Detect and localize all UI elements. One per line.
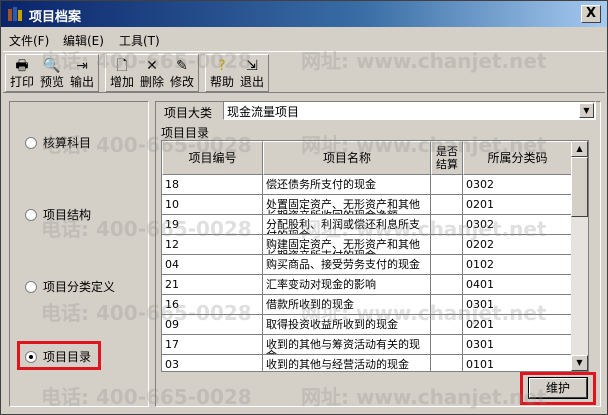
- exit-button[interactable]: ⇲ 退出: [236, 55, 268, 91]
- radio-indicator: [25, 209, 37, 221]
- header-name[interactable]: 项目名称: [263, 141, 431, 175]
- scroll-up-icon[interactable]: ▲: [571, 141, 588, 157]
- radio-indicator: [25, 281, 37, 293]
- edit-pencil-icon: ✎: [176, 58, 188, 74]
- radio-project-category-def[interactable]: 项目分类定义: [25, 278, 115, 295]
- table-row[interactable]: 04 购买商品、接受劳务支付的现金 0102: [162, 255, 572, 275]
- radio-indicator: [25, 137, 37, 149]
- exit-door-icon: ⇲: [246, 58, 258, 74]
- header-code[interactable]: 项目编号: [162, 141, 263, 175]
- annotation-highlight-catalog: [17, 341, 101, 370]
- new-document-icon: 🗋: [116, 58, 128, 74]
- toolbar-group-misc: ? 帮助 ⇲ 退出: [205, 54, 269, 92]
- project-archive-window: 项目档案 X 文件(F) 编辑(E) 工具(T) 🖶 打印 🔍 预览 ⇥ 输出 …: [0, 0, 608, 415]
- add-button[interactable]: 🗋 增加: [106, 55, 138, 91]
- scroll-down-icon[interactable]: ▼: [571, 355, 588, 371]
- menu-file[interactable]: 文件(F): [9, 32, 49, 49]
- table-row[interactable]: 16 借款所收到的现金 0301: [162, 295, 572, 315]
- table-vertical-scrollbar[interactable]: ▲ ▼: [571, 141, 588, 371]
- table-row[interactable]: 19 分配股利、利润或偿还利息所支付的现金 0302: [162, 215, 572, 235]
- export-button[interactable]: ⇥ 输出: [66, 55, 98, 91]
- preview-button[interactable]: 🔍 预览: [36, 55, 68, 91]
- delete-button[interactable]: ✕ 删除: [136, 55, 168, 91]
- help-button[interactable]: ? 帮助: [206, 55, 238, 91]
- table-row[interactable]: 21 汇率变动对现金的影响 0401: [162, 275, 572, 295]
- print-button[interactable]: 🖶 打印: [6, 55, 38, 91]
- table-row[interactable]: 09 取得投资收益所收到的现金 0201: [162, 315, 572, 335]
- preview-icon: 🔍: [43, 58, 61, 74]
- table-row[interactable]: 17 收到的其他与筹资活动有关的现金 0301: [162, 335, 572, 355]
- menu-bar: 文件(F) 编辑(E) 工具(T): [1, 29, 607, 49]
- window-title: 项目档案: [29, 10, 82, 25]
- header-settled[interactable]: 是否结算: [431, 141, 463, 175]
- printer-icon: 🖶: [15, 58, 29, 74]
- toolbar-group-edit: 🗋 增加 ✕ 删除 ✎ 修改: [105, 54, 199, 92]
- app-icon: [8, 7, 22, 21]
- toolbar: 🖶 打印 🔍 预览 ⇥ 输出 🗋 增加 ✕ 删除 ✎ 修改 ? 帮助 ⇲ 退出: [3, 51, 605, 93]
- menu-edit[interactable]: 编辑(E): [63, 32, 104, 49]
- header-class-code[interactable]: 所属分类码: [463, 141, 572, 175]
- category-select[interactable]: 现金流量项目 ▼: [223, 101, 596, 120]
- table-row[interactable]: 03 收到的其他与经营活动的现金 0101: [162, 355, 572, 371]
- table-row[interactable]: 18 偿还债务所支付的现金 0302: [162, 175, 572, 195]
- table-row[interactable]: 12 购建固定资产、无形资产和其他长期资产所支付的现金 0202: [162, 235, 572, 255]
- maintain-button[interactable]: 维护: [528, 377, 588, 399]
- delete-x-icon: ✕: [146, 58, 158, 74]
- modify-button[interactable]: ✎ 修改: [166, 55, 198, 91]
- catalog-label: 项目目录: [161, 126, 210, 140]
- menu-tools[interactable]: 工具(T): [119, 32, 160, 49]
- radio-accounting-subject[interactable]: 核算科目: [25, 134, 91, 151]
- radio-project-structure[interactable]: 项目结构: [25, 206, 91, 223]
- chevron-down-icon[interactable]: ▼: [579, 103, 594, 118]
- scroll-thumb[interactable]: [571, 157, 588, 217]
- close-button[interactable]: X: [581, 5, 601, 23]
- help-icon: ?: [218, 58, 226, 74]
- title-bar[interactable]: 项目档案 X: [1, 1, 607, 27]
- toolbar-group-output: 🖶 打印 🔍 预览 ⇥ 输出: [5, 54, 99, 92]
- catalog-table: 项目编号 项目名称 是否结算 所属分类码 18 偿还债务所支付的现金 0302 …: [161, 140, 589, 372]
- category-select-value: 现金流量项目: [227, 105, 300, 119]
- category-label: 项目大类: [164, 106, 213, 120]
- export-icon: ⇥: [76, 58, 88, 74]
- table-header: 项目编号 项目名称 是否结算 所属分类码: [162, 141, 572, 175]
- table-row[interactable]: 10 处置固定资产、无形资产和其他长期资产所收回的现金净额 0201: [162, 195, 572, 215]
